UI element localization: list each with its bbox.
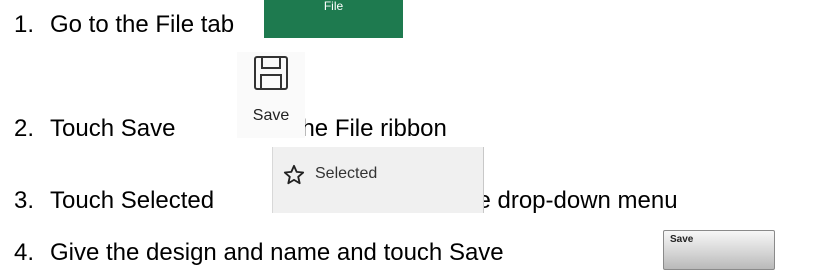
step-number: 1.	[14, 11, 35, 38]
floppy-disk-icon	[252, 54, 290, 97]
save-ribbon-button[interactable]: Save	[237, 52, 305, 138]
step-number: 4.	[14, 239, 35, 266]
save-button[interactable]: Save	[663, 230, 775, 270]
step-1: 1. Go to the File tab	[14, 11, 234, 39]
step-number: 2.	[14, 115, 35, 142]
step-4: 4. Give the design and name and touch Sav…	[14, 239, 504, 267]
step-2: 2. Touch Save on the File ribbon	[14, 115, 447, 143]
step-text: Go to the File tab	[50, 11, 235, 38]
star-outline-icon	[283, 164, 305, 191]
save-ribbon-label: Save	[252, 107, 290, 124]
step-text: Touch Save	[50, 115, 176, 142]
selected-menu-item[interactable]: Selected	[272, 147, 484, 213]
step-number: 3.	[14, 187, 35, 214]
step-text: Touch Selected	[50, 187, 215, 214]
step-text: Give the design and name and touch Save	[50, 239, 504, 266]
selected-menu-label: Selected	[315, 165, 378, 182]
file-tab-label: File	[323, 0, 344, 13]
save-button-label: Save	[670, 234, 694, 245]
file-tab-button[interactable]: File	[264, 0, 403, 38]
